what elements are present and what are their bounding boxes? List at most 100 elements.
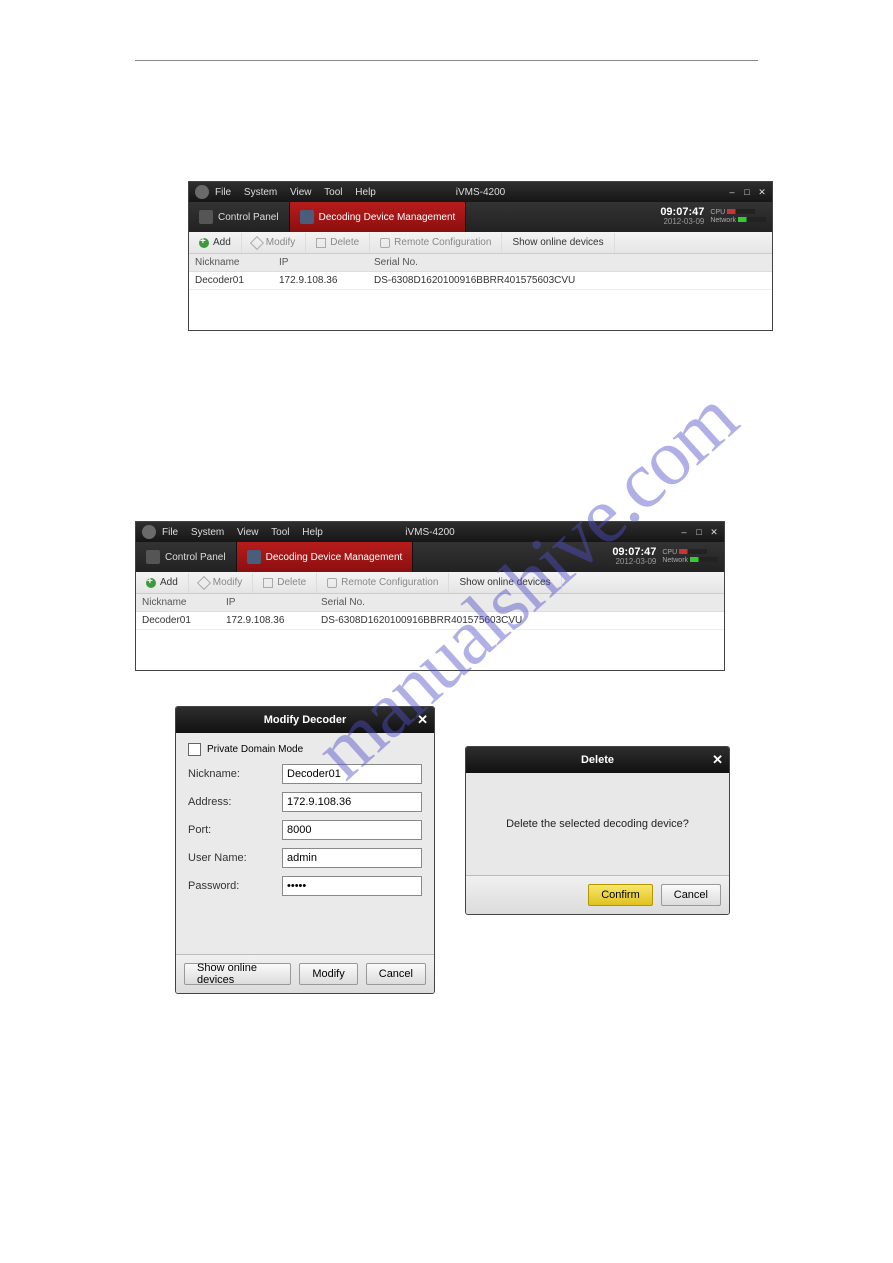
cpu-label: CPU (710, 209, 725, 216)
menu-view[interactable]: View (290, 187, 312, 198)
network-meter-icon (690, 557, 718, 562)
address-label: Address: (188, 796, 282, 808)
delete-label: Delete (277, 577, 306, 588)
control-panel-icon (199, 210, 213, 224)
port-label: Port: (188, 824, 282, 836)
dialog-footer: Confirm Cancel (466, 875, 729, 914)
show-online-button[interactable]: Show online devices (502, 233, 614, 253)
network-label: Network (662, 557, 688, 564)
modify-button[interactable]: Modify (299, 963, 357, 985)
password-label: Password: (188, 880, 282, 892)
show-online-devices-button[interactable]: Show online devices (184, 963, 291, 985)
modify-decoder-dialog: Modify Decoder ✕ Private Domain Mode Nic… (175, 706, 435, 994)
menu-help[interactable]: Help (355, 187, 376, 198)
nickname-input[interactable] (282, 764, 422, 784)
app-icon (142, 525, 156, 539)
username-input[interactable] (282, 848, 422, 868)
plus-icon (146, 578, 156, 588)
col-serial: Serial No. (374, 257, 772, 268)
gear-icon (380, 238, 390, 248)
show-online-button[interactable]: Show online devices (449, 573, 561, 593)
pencil-icon (250, 235, 264, 249)
tab-control-panel[interactable]: Control Panel (136, 542, 237, 572)
cell-nickname: Decoder01 (136, 615, 226, 626)
cpu-meter-icon (727, 209, 755, 214)
cpu-meter-icon (679, 549, 707, 554)
show-online-label: Show online devices (459, 577, 550, 588)
cancel-button[interactable]: Cancel (366, 963, 426, 985)
window-close-icon[interactable]: ✕ (756, 186, 768, 198)
gear-icon (327, 578, 337, 588)
tab-label: Decoding Device Management (319, 212, 456, 223)
control-panel-icon (146, 550, 160, 564)
cancel-button[interactable]: Cancel (661, 884, 721, 906)
trash-icon (263, 578, 273, 588)
window-minimize-icon[interactable]: – (678, 526, 690, 538)
delete-message: Delete the selected decoding device? (466, 773, 729, 875)
address-input[interactable] (282, 792, 422, 812)
menu-tool[interactable]: Tool (324, 187, 342, 198)
network-meter-icon (738, 217, 766, 222)
add-label: Add (160, 577, 178, 588)
table-row[interactable]: Decoder01 172.9.108.36 DS-6308D162010091… (136, 612, 724, 630)
network-label: Network (710, 217, 736, 224)
app-icon (195, 185, 209, 199)
table-header: Nickname IP Serial No. (189, 254, 772, 272)
window-close-icon[interactable]: ✕ (708, 526, 720, 538)
add-button[interactable]: Add (136, 573, 189, 593)
cell-serial: DS-6308D1620100916BBRR401575603CVU (321, 615, 724, 626)
port-input[interactable] (282, 820, 422, 840)
tabstrip: Control Panel Decoding Device Management… (189, 202, 772, 232)
remote-config-button[interactable]: Remote Configuration (317, 573, 449, 593)
decoding-icon (247, 550, 261, 564)
modify-button[interactable]: Modify (242, 233, 306, 253)
menu-system[interactable]: System (244, 187, 277, 198)
cell-ip: 172.9.108.36 (226, 615, 321, 626)
col-nickname: Nickname (136, 597, 226, 608)
close-icon[interactable]: ✕ (712, 752, 723, 768)
app-window-2: File System View Tool Help iVMS-4200 – □… (135, 521, 725, 671)
private-domain-checkbox[interactable] (188, 743, 201, 756)
menu-file[interactable]: File (162, 527, 178, 538)
delete-button[interactable]: Delete (253, 573, 317, 593)
tabstrip: Control Panel Decoding Device Management… (136, 542, 724, 572)
delete-dialog: Delete ✕ Delete the selected decoding de… (465, 746, 730, 915)
close-icon[interactable]: ✕ (417, 712, 428, 728)
tab-decoding-device-management[interactable]: Decoding Device Management (290, 202, 467, 232)
toolbar: Add Modify Delete Remote Configuration S… (136, 572, 724, 594)
titlebar: File System View Tool Help iVMS-4200 – □… (136, 522, 724, 542)
app-window-1: File System View Tool Help iVMS-4200 – □… (188, 181, 773, 331)
titlebar: File System View Tool Help iVMS-4200 – □… (189, 182, 772, 202)
add-button[interactable]: Add (189, 233, 242, 253)
toolbar: Add Modify Delete Remote Configuration S… (189, 232, 772, 254)
dialog-titlebar: Delete ✕ (466, 747, 729, 773)
remote-config-button[interactable]: Remote Configuration (370, 233, 502, 253)
menu-system[interactable]: System (191, 527, 224, 538)
table-row[interactable]: Decoder01 172.9.108.36 DS-6308D162010091… (189, 272, 772, 290)
clock-date: 2012-03-09 (612, 557, 656, 567)
table-body: Decoder01 172.9.108.36 DS-6308D162010091… (189, 272, 772, 330)
username-label: User Name: (188, 852, 282, 864)
menu-help[interactable]: Help (302, 527, 323, 538)
password-input[interactable] (282, 876, 422, 896)
private-domain-label: Private Domain Mode (207, 744, 303, 755)
confirm-button[interactable]: Confirm (588, 884, 653, 906)
window-maximize-icon[interactable]: □ (693, 526, 705, 538)
menu-tool[interactable]: Tool (271, 527, 289, 538)
window-maximize-icon[interactable]: □ (741, 186, 753, 198)
tab-decoding-device-management[interactable]: Decoding Device Management (237, 542, 414, 572)
window-minimize-icon[interactable]: – (726, 186, 738, 198)
clock-time: 09:07:47 (612, 547, 656, 557)
cell-nickname: Decoder01 (189, 275, 279, 286)
modify-button[interactable]: Modify (189, 573, 253, 593)
tab-label: Control Panel (218, 212, 279, 223)
dialog-footer: Show online devices Modify Cancel (176, 954, 434, 993)
delete-button[interactable]: Delete (306, 233, 370, 253)
menu-file[interactable]: File (215, 187, 231, 198)
tab-control-panel[interactable]: Control Panel (189, 202, 290, 232)
menu-view[interactable]: View (237, 527, 259, 538)
pencil-icon (197, 575, 211, 589)
col-ip: IP (279, 257, 374, 268)
cpu-label: CPU (662, 549, 677, 556)
table-header: Nickname IP Serial No. (136, 594, 724, 612)
